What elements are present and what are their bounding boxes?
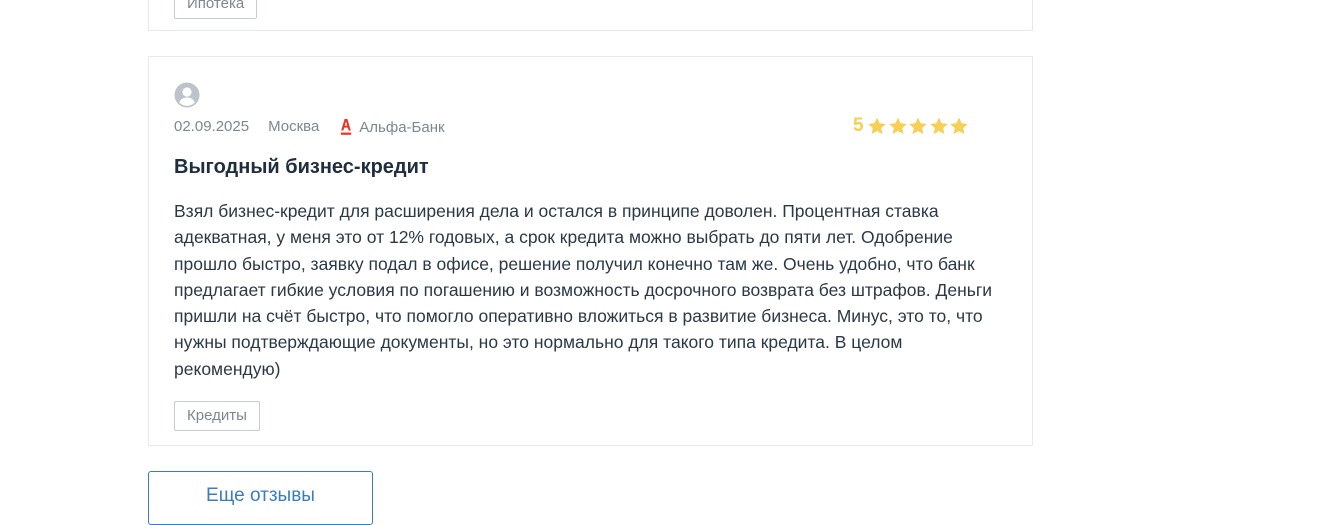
- review-title: Выгодный бизнес-кредит: [174, 156, 429, 178]
- review-meta: 02.09.2025 Москва Альфа-Банк: [174, 116, 445, 136]
- alfa-bank-logo-icon: [341, 119, 352, 135]
- star-icon: [868, 117, 886, 134]
- review-date: 02.09.2025: [174, 117, 250, 135]
- star-icon: [888, 117, 907, 134]
- review-card: 02.09.2025 Москва Альфа-Банк 5 Выгодный …: [148, 56, 1033, 446]
- rating-value: 5: [853, 115, 864, 136]
- previous-review-card: Ипотека: [148, 0, 1033, 31]
- review-text: Взял бизнес-кредит для расширения дела и…: [174, 201, 993, 379]
- review-tag-mortgage[interactable]: Ипотека: [174, 0, 258, 19]
- star-icon: [950, 117, 968, 134]
- more-reviews-button[interactable]: Еще отзывы: [148, 471, 373, 525]
- review-tag-credits[interactable]: Кредиты: [174, 401, 260, 431]
- review-city: Москва: [268, 117, 320, 135]
- bank-name: Альфа-Банк: [359, 118, 445, 136]
- star-icon: [909, 117, 927, 134]
- review-bank[interactable]: Альфа-Банк: [340, 118, 445, 136]
- star-icon: [929, 117, 948, 134]
- user-avatar-icon: [174, 82, 200, 108]
- review-rating: 5: [853, 115, 969, 137]
